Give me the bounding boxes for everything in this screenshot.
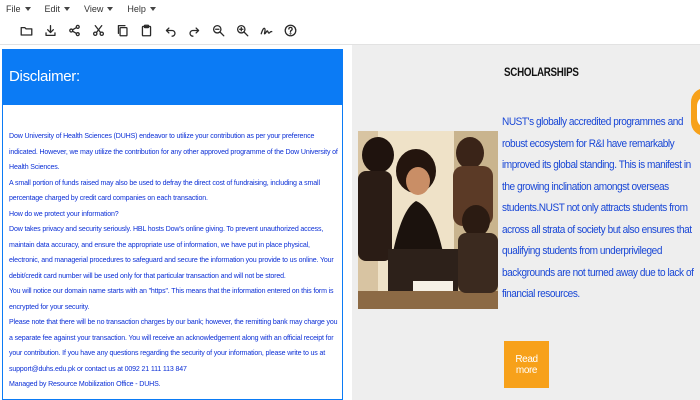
- menu-file[interactable]: File: [6, 4, 31, 14]
- folder-icon[interactable]: [18, 22, 35, 39]
- help-icon[interactable]: [282, 22, 299, 39]
- disclaimer-body: Dow University of Health Sciences (DUHS)…: [3, 105, 342, 393]
- share-icon[interactable]: [66, 22, 83, 39]
- menu-bar: File Edit View Help: [0, 0, 700, 18]
- scholarships-description: NUST's globally accredited programmes an…: [502, 116, 694, 300]
- zoom-out-icon[interactable]: [210, 22, 227, 39]
- disclaimer-paragraph: Managed by Resource Mobilization Office …: [9, 381, 161, 388]
- signature-icon[interactable]: [258, 22, 275, 39]
- download-icon[interactable]: [42, 22, 59, 39]
- chevron-down-icon: [24, 7, 31, 11]
- disclaimer-paragraph: A small portion of funds raised may also…: [9, 179, 320, 203]
- scholarships-panel: SCHOLARSHIPS NUST's globally accredited: [352, 45, 700, 400]
- disclaimer-paragraph: You will notice our domain name starts w…: [9, 288, 334, 311]
- zoom-in-icon[interactable]: [234, 22, 251, 39]
- disclaimer-panel: Disclaimer: Dow University of Health Sci…: [2, 49, 343, 400]
- scholarships-title: SCHOLARSHIPS: [504, 67, 579, 79]
- disclaimer-paragraph: Dow University of Health Sciences (DUHS)…: [9, 133, 338, 171]
- disclaimer-title: Disclaimer:: [9, 68, 80, 85]
- menu-file-label: File: [6, 4, 21, 14]
- read-more-button[interactable]: Read more: [504, 341, 549, 388]
- menu-view-label: View: [84, 4, 104, 14]
- menu-edit-label: Edit: [44, 4, 61, 14]
- menu-edit[interactable]: Edit: [45, 4, 71, 14]
- disclaimer-header: Disclaimer:: [3, 50, 342, 105]
- students-photo: [358, 131, 498, 309]
- chevron-down-icon: [107, 7, 114, 11]
- disclaimer-paragraph: Please note that there will be no transa…: [9, 319, 338, 373]
- redo-icon[interactable]: [186, 22, 203, 39]
- menu-help[interactable]: Help: [127, 4, 156, 14]
- menu-help-label: Help: [127, 4, 146, 14]
- disclaimer-paragraph: Dow takes privacy and security seriously…: [9, 226, 334, 280]
- menu-view[interactable]: View: [84, 4, 114, 14]
- paste-icon[interactable]: [138, 22, 155, 39]
- cut-icon[interactable]: [90, 22, 107, 39]
- undo-icon[interactable]: [162, 22, 179, 39]
- disclaimer-paragraph: How do we protect your information?: [9, 210, 119, 218]
- copy-icon[interactable]: [114, 22, 131, 39]
- chevron-down-icon: [149, 7, 156, 11]
- chevron-down-icon: [64, 7, 71, 11]
- toolbar: [0, 18, 700, 42]
